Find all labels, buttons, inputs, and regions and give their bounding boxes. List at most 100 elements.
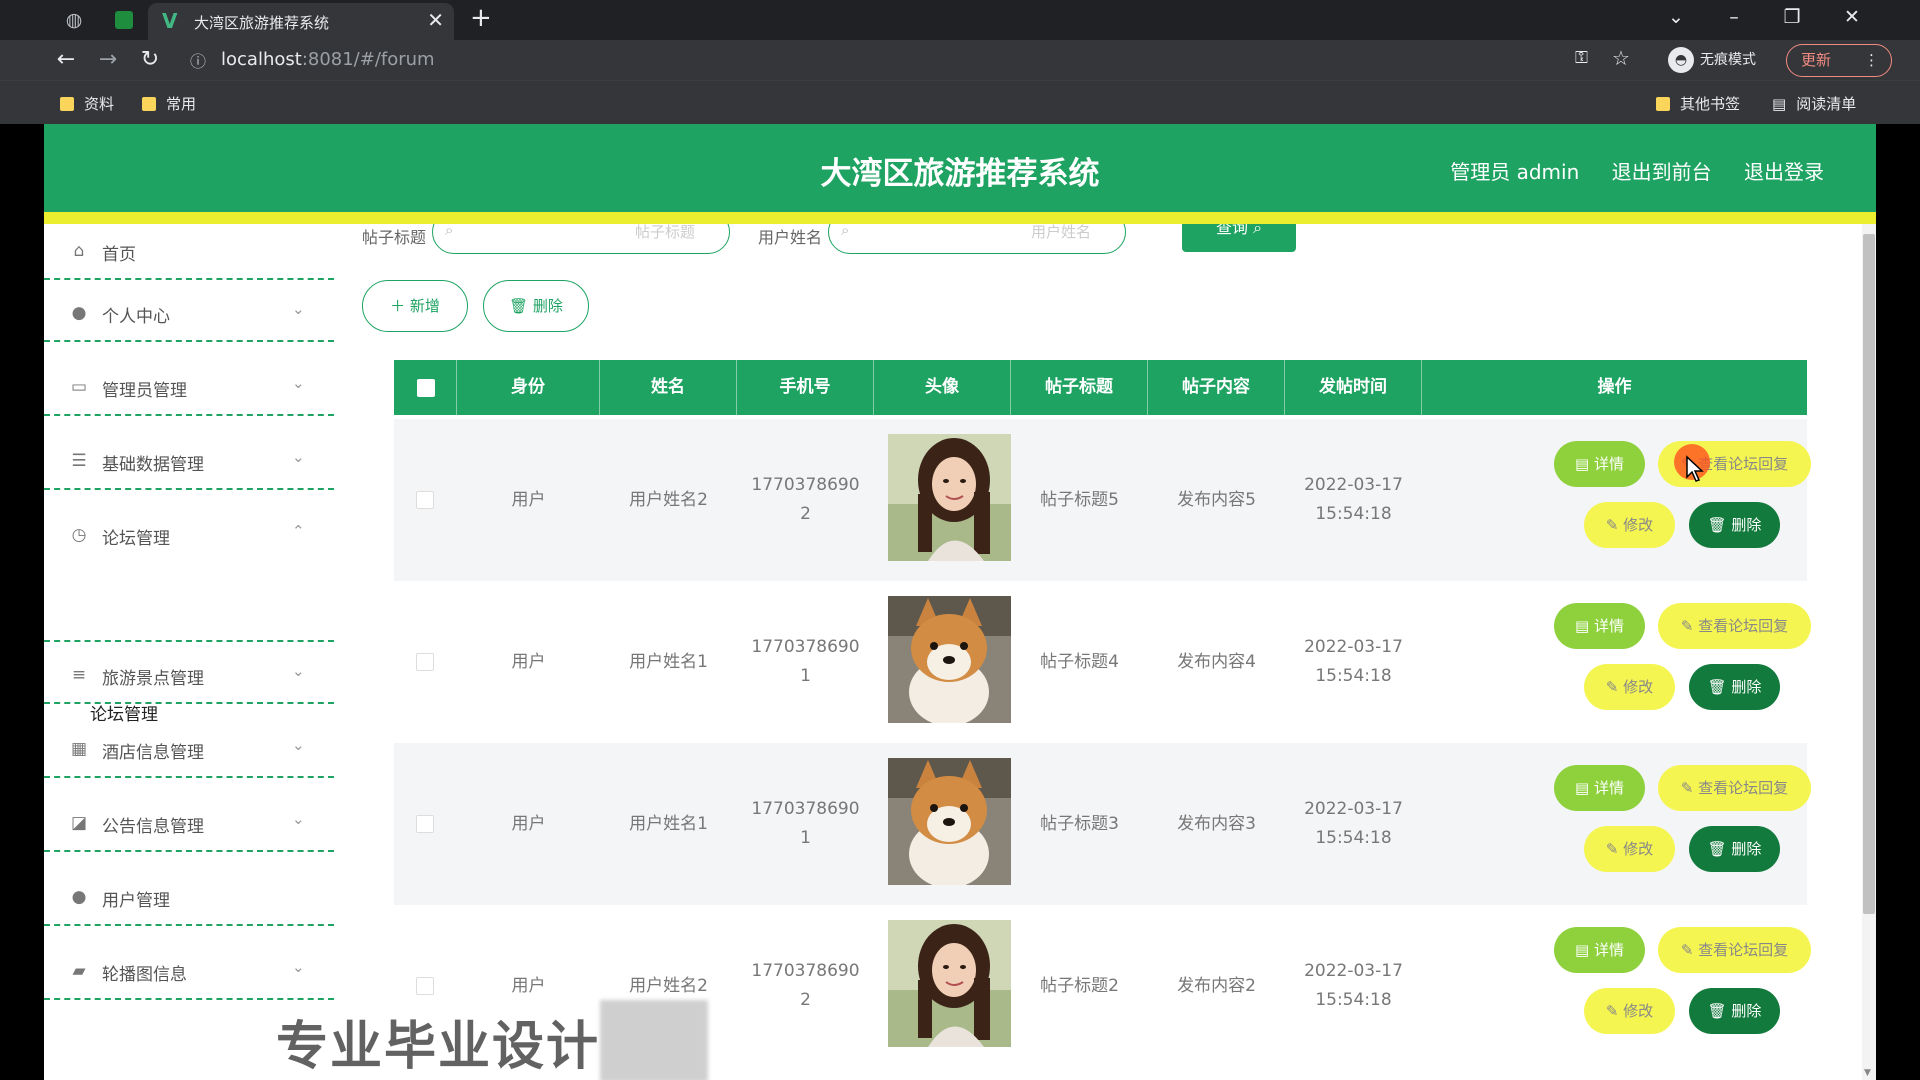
user-search-input[interactable]: ⌕ 用户姓名 [828, 224, 1126, 254]
table-row: 用户 用户姓名1 帖子标题4 发布内容4 1770378690 1 2022-03-17 15… [394, 581, 1811, 743]
edit-button[interactable]: ✎ 修改 [1584, 988, 1675, 1034]
minimize-icon[interactable]: – [1718, 2, 1750, 32]
url-text: localhost:8081/#/forum [221, 49, 435, 70]
globe-icon[interactable]: ◍ [60, 6, 88, 34]
search-icon: ⌕ [445, 224, 454, 239]
folder-icon [142, 97, 156, 111]
col-avatar: 头像 [874, 360, 1011, 415]
detail-button[interactable]: ▤ 详情 [1554, 441, 1645, 487]
address-bar[interactable]: ⓘ localhost:8081/#/forum ⚿ ☆ [180, 44, 1630, 76]
site-info-icon[interactable]: ⓘ [190, 48, 206, 72]
new-tab-button[interactable]: + [470, 4, 492, 32]
title-search-input[interactable]: ⌕ 帖子标题 [432, 224, 730, 254]
col-phone: 手机号 [737, 360, 874, 415]
view-replies-button[interactable]: ✎ 查看论坛回复 [1658, 927, 1811, 973]
password-key-icon[interactable]: ⚿ [1575, 48, 1588, 68]
bookmark-star-icon[interactable]: ☆ [1612, 46, 1630, 70]
avatar [888, 434, 1011, 561]
logout-link[interactable]: 退出登录 [1744, 160, 1824, 184]
header-accent-bar [44, 212, 1876, 224]
browser-toolbar: ← → ↻ ⓘ localhost:8081/#/forum ⚿ ☆ ◓ 无痕模式… [0, 40, 1920, 80]
user-icon: ● [71, 887, 87, 907]
sidebar-item-attractions[interactable]: ≡ 旅游景点管理 ⌄ [44, 648, 334, 704]
scroll-down-arrow-icon[interactable]: ▼ [1864, 1068, 1871, 1078]
chevron-down-icon: ⌄ [292, 736, 305, 754]
tab-search-chevron-icon[interactable]: ⌄ [1660, 2, 1692, 32]
sidebar-item-admins[interactable]: ▭ 管理员管理 ⌄ [44, 360, 334, 416]
forward-icon[interactable]: → [92, 45, 124, 75]
view-replies-button[interactable]: ✎ 查看论坛回复 [1658, 765, 1811, 811]
close-window-icon[interactable]: ✕ [1836, 2, 1868, 32]
sidebar-item-forum[interactable]: ◷ 论坛管理 ⌃ [44, 508, 334, 564]
sidebar-item-notices[interactable]: ◪ 公告信息管理 ⌄ [44, 796, 334, 852]
cell-time: 2022-03-17 15:54:18 [1304, 961, 1403, 1010]
select-all-cell [394, 360, 457, 415]
vue-favicon-icon: V [162, 9, 178, 33]
back-icon[interactable]: ← [50, 45, 82, 75]
chevron-up-icon: ⌃ [292, 522, 305, 540]
row-checkbox[interactable] [416, 977, 434, 995]
edit-button[interactable]: ✎ 修改 [1584, 502, 1675, 548]
delete-button[interactable]: 🗑 删除 [1689, 502, 1780, 548]
delete-button[interactable]: 🗑 删除 [1689, 826, 1780, 872]
sidebar-item-hotels[interactable]: ▦ 酒店信息管理 ⌄ [44, 722, 334, 778]
edit-button[interactable]: ✎ 修改 [1584, 826, 1675, 872]
table-row: 用户 用户姓名2 帖子标题5 发布内容5 1770378690 2 2022-03-17 15… [394, 419, 1811, 581]
sidebar-item-label: 首页 [102, 245, 136, 265]
sidebar-item-users[interactable]: ● 用户管理 [44, 870, 334, 926]
delete-button[interactable]: 🗑 删除 [1689, 988, 1780, 1034]
cell-identity: 用户 [511, 651, 546, 672]
admin-label: 管理员 admin [1450, 160, 1580, 184]
row-checkbox[interactable] [416, 491, 434, 509]
sidebar-item-label: 用户管理 [102, 891, 170, 911]
sidebar-item-label: 管理员管理 [102, 381, 187, 401]
col-name: 姓名 [600, 360, 737, 415]
incognito-indicator[interactable]: ◓ 无痕模式 [1668, 47, 1756, 73]
chart-icon: ◪ [70, 813, 88, 833]
web-page: 大湾区旅游推荐系统 管理员 admin 退出到前台 退出登录 ⌂ 首页 ● 个人… [44, 124, 1876, 1080]
cell-content: 发布内容4 [1177, 651, 1256, 672]
scrollbar-thumb[interactable] [1863, 234, 1875, 914]
sidebar-item-home[interactable]: ⌂ 首页 [44, 224, 334, 280]
sliders-icon: ☰ [71, 451, 87, 471]
detail-button[interactable]: ▤ 详情 [1554, 765, 1645, 811]
reload-icon[interactable]: ↻ [134, 45, 166, 75]
bookmark-folder-2[interactable]: 常用 [142, 93, 196, 114]
view-replies-button[interactable]: ✎ 查看论坛回复 [1658, 603, 1811, 649]
sidebar-item-profile[interactable]: ● 个人中心 ⌄ [44, 286, 334, 342]
back-to-front-link[interactable]: 退出到前台 [1612, 160, 1712, 184]
sidebar-item-carousel[interactable]: ▰ 轮播图信息 ⌄ [44, 944, 334, 1000]
batch-delete-button[interactable]: 🗑 删除 [483, 280, 589, 332]
other-bookmarks[interactable]: 其他书签 [1656, 93, 1740, 114]
select-all-checkbox[interactable] [417, 379, 435, 397]
cell-time: 2022-03-17 15:54:18 [1304, 637, 1403, 686]
add-button[interactable]: ＋ 新增 [362, 280, 468, 332]
cell-name: 用户姓名1 [629, 651, 708, 672]
detail-button[interactable]: ▤ 详情 [1554, 603, 1645, 649]
cell-time: 2022-03-17 15:54:18 [1304, 799, 1403, 848]
chevron-down-icon: ⌄ [292, 300, 305, 318]
tab-active[interactable]: V 大湾区旅游推荐系统 ✕ [148, 3, 454, 40]
more-menu-icon[interactable]: ⋮ [1864, 45, 1879, 76]
restore-icon[interactable]: ❐ [1776, 2, 1808, 32]
cell-content: 发布内容3 [1177, 813, 1256, 834]
edit-button[interactable]: ✎ 修改 [1584, 664, 1675, 710]
reading-list[interactable]: ▤ 阅读清单 [1772, 93, 1856, 114]
grid-icon: ▦ [70, 739, 88, 759]
bookmark-folder-1[interactable]: 资料 [60, 93, 114, 114]
row-checkbox[interactable] [416, 815, 434, 833]
row-checkbox[interactable] [416, 653, 434, 671]
detail-button[interactable]: ▤ 详情 [1554, 927, 1645, 973]
close-tab-icon[interactable]: ✕ [427, 8, 444, 32]
delete-button[interactable]: 🗑 删除 [1689, 664, 1780, 710]
sidebar-item-label: 论坛管理 [102, 529, 170, 549]
sidebar-item-base-data[interactable]: ☰ 基础数据管理 ⌄ [44, 434, 334, 490]
cell-title: 帖子标题5 [1040, 489, 1119, 510]
update-button[interactable]: 更新 ⋮ [1786, 44, 1892, 77]
sheet-tab-icon[interactable] [110, 6, 138, 34]
cell-content: 发布内容2 [1177, 975, 1256, 996]
app-header: 大湾区旅游推荐系统 管理员 admin 退出到前台 退出登录 [44, 124, 1876, 212]
sidebar-item-label: 轮播图信息 [102, 965, 187, 985]
chevron-down-icon: ⌄ [292, 958, 305, 976]
query-button[interactable]: 查询 ⌕ [1182, 224, 1296, 252]
